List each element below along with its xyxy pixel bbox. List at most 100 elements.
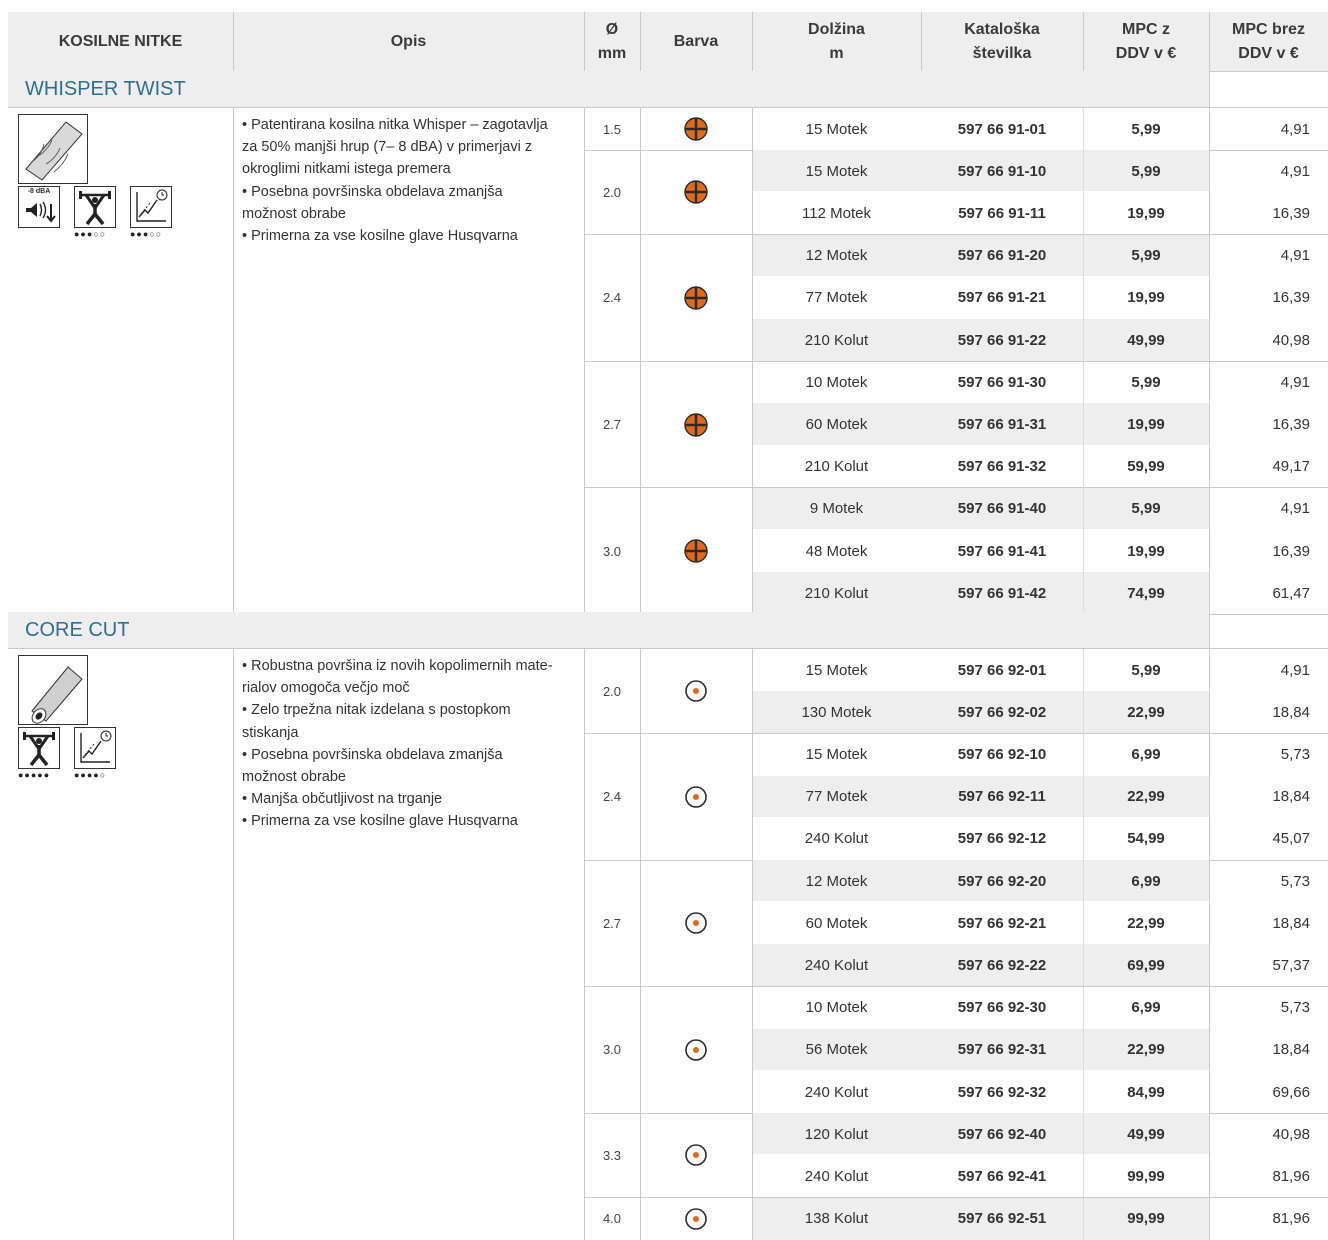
- length-cell: 210 Kolut: [752, 572, 921, 615]
- price-without-vat-cell: 81,96: [1272, 1210, 1310, 1228]
- description-text: • Robustna površina iz novih kopolimerni…: [233, 653, 584, 833]
- price-without-vat-cell: 45,07: [1272, 830, 1310, 848]
- price-with-vat-cell: 5,99: [1131, 120, 1161, 138]
- catalog-number-cell: 597 66 92-31: [921, 1028, 1083, 1071]
- durability-graph-icon: [74, 727, 116, 769]
- price-without-vat-cell: 4,91: [1280, 373, 1310, 391]
- description-bullet: • Posebna površinska obdelava zmanjša mo…: [242, 183, 503, 222]
- header-divider: [1209, 12, 1210, 71]
- catalog-number-cell: 597 66 91-30: [957, 373, 1047, 391]
- column-divider: [584, 649, 585, 1240]
- column-divider: [233, 108, 234, 615]
- header-barva: Barva: [640, 12, 752, 71]
- orange-core-dot-icon: [685, 1207, 707, 1230]
- price-without-vat-cell: 4,91: [1280, 120, 1310, 138]
- length-cell: 77 Motek: [752, 775, 921, 818]
- diameter-cell: 2.4: [602, 290, 622, 306]
- description-bullet: • Zelo trpežna nitak izdelana s postopko…: [242, 702, 511, 741]
- catalog-number-cell: 597 66 91-32: [957, 458, 1047, 476]
- catalog-number-cell: 597 66 92-11: [921, 775, 1083, 818]
- description-bullet: • Manjša občutljivost na trganje: [242, 791, 443, 808]
- orange-cross-dot-icon: [684, 117, 708, 141]
- catalog-number-cell: 597 66 91-01: [957, 120, 1047, 138]
- column-divider: [1209, 649, 1210, 1240]
- column-divider: [233, 649, 234, 1240]
- length-cell: 48 Motek: [805, 542, 868, 560]
- price-without-vat-cell: 4,91: [1280, 162, 1310, 180]
- price-with-vat-cell: 19,99: [1127, 204, 1165, 222]
- description-text: • Patentirana kosilna nitka Whisper – za…: [233, 112, 584, 247]
- price-with-vat-cell: 54,99: [1127, 830, 1165, 848]
- price-with-vat-cell: 84,99: [1127, 1083, 1165, 1101]
- length-cell: 15 Motek: [805, 745, 868, 763]
- catalog-number-cell: 597 66 91-20: [921, 234, 1083, 277]
- price-with-vat-cell: 99,99: [1127, 1167, 1165, 1185]
- price-without-vat-cell: 18,84: [1272, 914, 1310, 932]
- price-with-vat-cell: 5,99: [1083, 150, 1209, 193]
- price-with-vat-cell: 59,99: [1127, 458, 1165, 476]
- price-with-vat-cell: 6,99: [1131, 999, 1161, 1017]
- catalog-number-cell: 597 66 92-51: [921, 1197, 1083, 1240]
- column-divider: [1083, 108, 1084, 615]
- catalog-number-cell: 597 66 92-22: [921, 944, 1083, 987]
- rating-dots: ●●●○○: [130, 229, 163, 239]
- orange-cross-dot-icon: [684, 539, 708, 563]
- price-with-vat-cell: 19,99: [1083, 403, 1209, 446]
- description-bullet: • Primerna za vse kosilne glave Husqvarn…: [242, 813, 518, 830]
- diameter-cell: 2.7: [602, 416, 622, 432]
- description-bullet: • Posebna površinska obdelava zmanjša mo…: [242, 746, 503, 786]
- price-without-vat-cell: 40,98: [1272, 1125, 1310, 1143]
- diameter-cell: 2.0: [602, 683, 622, 699]
- orange-core-dot-icon: [685, 785, 707, 808]
- header-divider: [1083, 12, 1084, 71]
- length-cell: 240 Kolut: [804, 1083, 869, 1101]
- price-with-vat-cell: 6,99: [1083, 860, 1209, 903]
- catalog-number-cell: 597 66 92-01: [957, 661, 1047, 679]
- column-divider: [1083, 649, 1084, 1240]
- length-cell: 12 Motek: [752, 860, 921, 903]
- diameter-cell: 1.5: [602, 121, 622, 137]
- orange-core-dot-icon: [685, 1144, 707, 1167]
- band-divider: [1209, 612, 1210, 648]
- length-cell: 10 Motek: [805, 373, 868, 391]
- length-cell: 210 Kolut: [752, 319, 921, 362]
- catalog-number-cell: 597 66 91-41: [957, 542, 1047, 560]
- feature-label: -8 dBA: [27, 188, 51, 195]
- length-cell: 138 Kolut: [752, 1197, 921, 1240]
- description-bullet: • Patentirana kosilna nitka Whisper – za…: [242, 117, 548, 178]
- price-with-vat-cell: 5,99: [1131, 373, 1161, 391]
- length-cell: 120 Kolut: [752, 1113, 921, 1156]
- length-cell: 240 Kolut: [804, 1167, 869, 1185]
- price-without-vat-cell: 18,84: [1272, 788, 1310, 806]
- catalog-number-cell: 597 66 92-21: [957, 914, 1047, 932]
- orange-core-dot-icon: [685, 1039, 707, 1061]
- price-with-vat-cell: 22,99: [1083, 1028, 1209, 1071]
- header-diameter: Ø mm: [584, 12, 640, 71]
- header-kosilne-nitke: KOSILNE NITKE: [8, 12, 233, 71]
- price-with-vat-cell: 69,99: [1083, 944, 1209, 987]
- price-without-vat-cell: 5,73: [1280, 999, 1310, 1017]
- price-without-vat-cell: 5,73: [1280, 872, 1310, 890]
- description-bullet: • Robustna površina iz novih kopolimerni…: [242, 658, 553, 697]
- price-without-vat-cell: 81,96: [1272, 1167, 1310, 1185]
- price-with-vat-cell: 74,99: [1083, 572, 1209, 615]
- length-cell: 77 Motek: [805, 289, 868, 307]
- price-with-vat-cell: 22,99: [1127, 914, 1165, 932]
- catalog-number-cell: 597 66 91-31: [921, 403, 1083, 446]
- rating-dots: ●●●●○: [74, 770, 107, 780]
- price-without-vat-cell: 40,98: [1272, 331, 1310, 349]
- price-with-vat-cell: 19,99: [1127, 289, 1165, 307]
- column-divider: [584, 108, 585, 615]
- price-with-vat-cell: 22,99: [1083, 775, 1209, 818]
- header-katalog: Kataloška številka: [921, 12, 1083, 71]
- catalog-number-cell: 597 66 91-42: [921, 572, 1083, 615]
- column-divider: [752, 649, 753, 1240]
- price-without-vat-cell: 69,66: [1272, 1083, 1310, 1101]
- catalog-number-cell: 597 66 92-12: [957, 830, 1047, 848]
- rating-dots: ●●●●●: [18, 770, 51, 780]
- orange-cross-dot-icon: [684, 286, 708, 310]
- length-cell: 130 Motek: [752, 691, 921, 734]
- price-with-vat-cell: 49,99: [1083, 319, 1209, 362]
- band-divider: [1209, 71, 1210, 107]
- price-with-vat-cell: 5,99: [1083, 487, 1209, 530]
